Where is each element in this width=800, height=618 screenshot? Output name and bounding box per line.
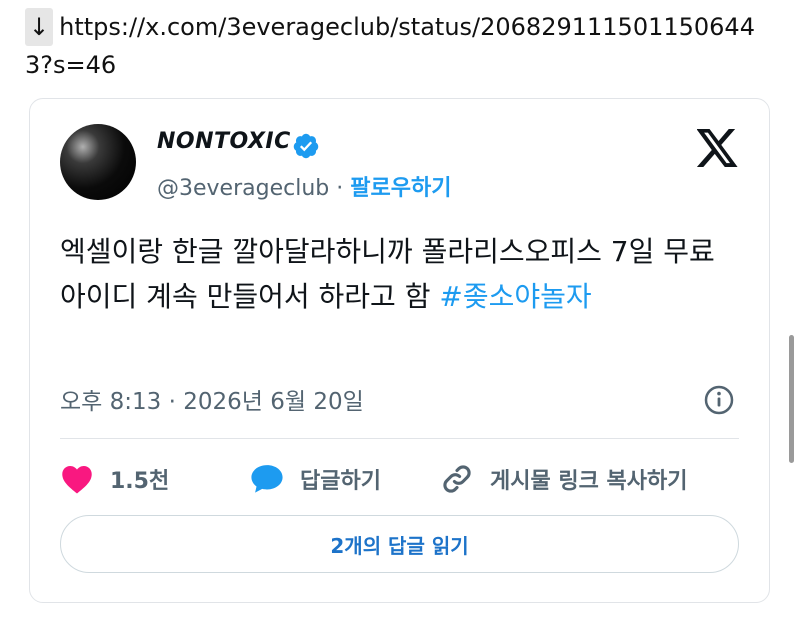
timestamp[interactable]: 오후 8:13 · 2026년 6월 20일 xyxy=(60,382,364,416)
x-logo-icon[interactable] xyxy=(697,129,739,167)
handle[interactable]: @3everageclub xyxy=(157,176,329,201)
scrollbar[interactable] xyxy=(789,335,794,463)
link-icon xyxy=(443,465,471,493)
shared-link[interactable]: ↓ https://x.com/3everageclub/status/20682… xyxy=(25,8,775,84)
heart-icon xyxy=(62,466,92,494)
speech-bubble-icon xyxy=(251,465,283,493)
verified-badge-icon xyxy=(293,133,319,159)
avatar[interactable] xyxy=(60,124,136,200)
url-text[interactable]: https://x.com/3everageclub/status/206829… xyxy=(25,13,755,79)
reply-button[interactable]: 답글하기 xyxy=(250,463,440,495)
tweet-text: 엑셀이랑 한글 깔아달라하니까 폴라리스오피스 7일 무료 아이디 계속 만들어… xyxy=(60,229,745,319)
handle-row: @3everageclub · 팔로우하기 xyxy=(157,170,451,202)
hashtag-link[interactable]: #좆소야놀자 xyxy=(439,280,591,313)
author-name[interactable]: NONTOXIC xyxy=(157,129,291,154)
separator: · xyxy=(336,176,344,201)
reply-label: 답글하기 xyxy=(300,469,381,494)
tweet-body: 엑셀이랑 한글 깔아달라하니까 폴라리스오피스 7일 무료 아이디 계속 만들어… xyxy=(60,235,715,313)
tweet-card[interactable]: NONTOXIC @3everageclub · 팔로우하기 엑셀이랑 한글 깔… xyxy=(29,98,770,603)
copy-link-button[interactable]: 게시물 링크 복사하기 xyxy=(440,462,687,496)
divider xyxy=(60,438,739,439)
down-arrow-icon: ↓ xyxy=(25,8,54,46)
like-count: 1.5천 xyxy=(110,469,170,494)
read-replies-button[interactable]: 2개의 답글 읽기 xyxy=(60,515,739,573)
info-icon[interactable] xyxy=(703,384,735,416)
action-bar: 1.5천 답글하기 게시물 링크 복사하기 xyxy=(60,457,687,501)
like-button[interactable]: 1.5천 xyxy=(60,463,250,495)
follow-button[interactable]: 팔로우하기 xyxy=(350,176,451,201)
copy-link-label: 게시물 링크 복사하기 xyxy=(490,469,688,494)
